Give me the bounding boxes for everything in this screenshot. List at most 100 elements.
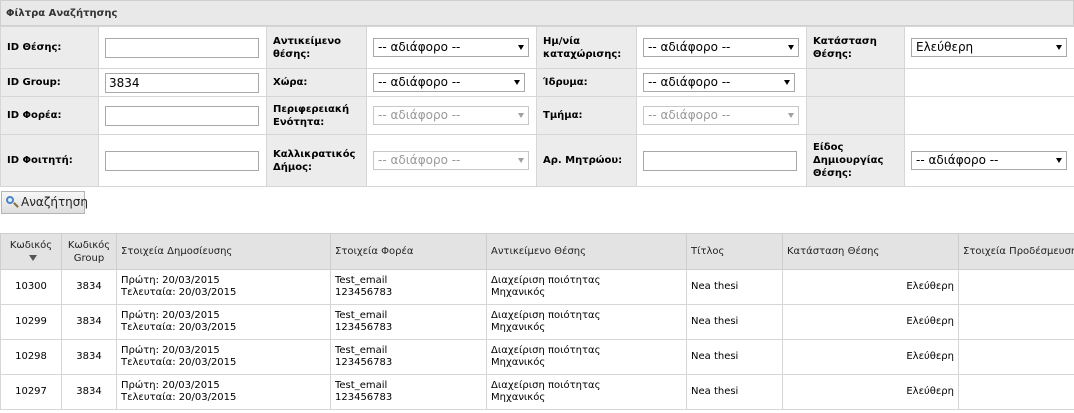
hmnia-label: Ημ/νία καταχώρισης: — [536, 26, 637, 69]
column-header-status[interactable]: Κατάσταση Θέσης — [782, 233, 959, 270]
id-foititi-label: ID Φοιτητή: — [0, 134, 99, 187]
dimos-select[interactable]: -- αδιάφορο -- — [373, 151, 529, 170]
antikeimeno-label: Αντικείμενο θέσης: — [266, 26, 367, 69]
cell-status: Ελεύθερη — [782, 304, 959, 340]
id-forea-input[interactable] — [105, 105, 259, 126]
column-header-forea[interactable]: Στοιχεία Φορέα — [330, 233, 487, 270]
cell-forea-email: Test_email — [335, 275, 388, 286]
cell-group: 3834 — [61, 269, 117, 305]
cell-title: Nea thesi — [686, 304, 783, 340]
search-button[interactable]: Αναζήτηση — [1, 191, 88, 214]
cell-forea-email: Test_email — [335, 380, 388, 391]
cell-forea-afm: 123456783 — [335, 357, 393, 368]
idryma-label: Ίδρυμα: — [536, 68, 637, 97]
column-header-publication[interactable]: Στοιχεία Δημοσίευσης — [116, 233, 331, 270]
cell-forea-email: Test_email — [335, 310, 388, 321]
filters-table: ID Θέσης: Αντικείμενο θέσης: -- αδιάφορο… — [0, 26, 1074, 187]
cell-object-line1: Διαχείριση ποιότητας — [491, 275, 601, 286]
id-group-input[interactable] — [105, 72, 259, 93]
cell-status: Ελεύθερη — [782, 269, 959, 305]
column-header-group[interactable]: Κωδικός Group — [61, 233, 117, 270]
cell-prodesmeusi — [958, 304, 1074, 340]
cell-code: 10298 — [0, 339, 62, 375]
cell-group: 3834 — [61, 374, 117, 410]
column-header-code[interactable]: Κωδικός — [0, 233, 62, 270]
cell-forea: Test_email 123456783 — [330, 304, 487, 340]
cell-publication: Πρώτη: 20/03/2015 Τελευταία: 20/03/2015 — [116, 339, 331, 375]
cell-publication: Πρώτη: 20/03/2015 Τελευταία: 20/03/2015 — [116, 374, 331, 410]
id-group-label: ID Group: — [0, 68, 99, 97]
empty-cell — [904, 68, 1074, 97]
empty-cell — [806, 96, 905, 135]
cell-object-line2: Μηχανικός — [491, 392, 546, 403]
eidos-label: Είδος Δημιουργίας Θέσης: — [806, 134, 905, 187]
idryma-select[interactable]: -- αδιάφορο -- — [643, 73, 795, 92]
eidos-select[interactable]: -- αδιάφορο -- — [911, 151, 1067, 170]
cell-object-line2: Μηχανικός — [491, 322, 546, 333]
cell-code: 10300 — [0, 269, 62, 305]
cell-publication: Πρώτη: 20/03/2015 Τελευταία: 20/03/2015 — [116, 269, 331, 305]
cell-forea-afm: 123456783 — [335, 322, 393, 333]
dimos-label: Καλλικρατικός Δήμος: — [266, 134, 367, 187]
empty-cell — [806, 68, 905, 97]
cell-forea-email: Test_email — [335, 345, 388, 356]
results-table: Κωδικός Κωδικός Group Στοιχεία Δημοσίευσ… — [0, 233, 1074, 410]
tmima-select[interactable]: -- αδιάφορο -- — [643, 106, 799, 125]
cell-object: Διαχείριση ποιότητας Μηχανικός — [486, 304, 687, 340]
perifereia-select-value: -- αδιάφορο -- — [378, 108, 461, 122]
chevron-down-icon — [788, 113, 794, 118]
empty-cell — [904, 96, 1074, 135]
hmnia-select[interactable]: -- αδιάφορο -- — [643, 38, 799, 57]
table-row[interactable]: 10300 3834 Πρώτη: 20/03/2015 Τελευταία: 2… — [0, 269, 1074, 305]
cell-object-line1: Διαχείριση ποιότητας — [491, 345, 601, 356]
cell-publication-last: Τελευταία: 20/03/2015 — [121, 287, 237, 298]
cell-status: Ελεύθερη — [782, 374, 959, 410]
xwra-label: Χώρα: — [266, 68, 367, 97]
mitroo-input[interactable] — [643, 150, 797, 171]
cell-title: Nea thesi — [686, 374, 783, 410]
perifereia-label: Περιφερειακή Ενότητα: — [266, 96, 367, 135]
cell-group: 3834 — [61, 339, 117, 375]
chevron-down-icon — [518, 113, 524, 118]
cell-group: 3834 — [61, 304, 117, 340]
cell-forea-afm: 123456783 — [335, 392, 393, 403]
table-row[interactable]: 10298 3834 Πρώτη: 20/03/2015 Τελευταία: 2… — [0, 339, 1074, 375]
dimos-select-value: -- αδιάφορο -- — [378, 153, 461, 167]
id-thesis-input[interactable] — [105, 37, 259, 58]
sort-desc-icon — [28, 254, 37, 261]
column-header-title[interactable]: Τίτλος — [686, 233, 783, 270]
cell-forea: Test_email 123456783 — [330, 269, 487, 305]
hmnia-select-value: -- αδιάφορο -- — [648, 40, 731, 54]
cell-object: Διαχείριση ποιότητας Μηχανικός — [486, 339, 687, 375]
xwra-select[interactable]: -- αδιάφορο -- — [373, 73, 525, 92]
katastasi-select-value: Ελεύθερη — [916, 40, 974, 54]
column-header-prodesmeusi[interactable]: Στοιχεία Προδέσμευσης — [958, 233, 1074, 270]
cell-forea: Test_email 123456783 — [330, 339, 487, 375]
cell-code: 10299 — [0, 304, 62, 340]
cell-title: Nea thesi — [686, 269, 783, 305]
katastasi-select[interactable]: Ελεύθερη — [911, 38, 1067, 57]
chevron-down-icon — [1056, 45, 1062, 50]
cell-prodesmeusi — [958, 374, 1074, 410]
id-forea-label: ID Φορέα: — [0, 96, 99, 135]
katastasi-label: Κατάσταση Θέσης: — [806, 26, 905, 69]
filters-title: Φίλτρα Αναζήτησης — [0, 0, 1074, 26]
cell-forea: Test_email 123456783 — [330, 374, 487, 410]
cell-publication-last: Τελευταία: 20/03/2015 — [121, 357, 237, 368]
column-header-object[interactable]: Αντικείμενο Θέσης — [486, 233, 687, 270]
antikeimeno-select-value: -- αδιάφορο -- — [378, 40, 461, 54]
antikeimeno-select[interactable]: -- αδιάφορο -- — [373, 38, 529, 57]
table-row[interactable]: 10297 3834 Πρώτη: 20/03/2015 Τελευταία: 2… — [0, 374, 1074, 410]
search-button-label: Αναζήτηση — [21, 195, 88, 209]
cell-object: Διαχείριση ποιότητας Μηχανικός — [486, 374, 687, 410]
cell-object-line1: Διαχείριση ποιότητας — [491, 380, 601, 391]
cell-object-line1: Διαχείριση ποιότητας — [491, 310, 601, 321]
chevron-down-icon — [1056, 158, 1062, 163]
chevron-down-icon — [788, 45, 794, 50]
chevron-down-icon — [518, 45, 524, 50]
perifereia-select[interactable]: -- αδιάφορο -- — [373, 106, 529, 125]
id-foititi-input[interactable] — [105, 150, 259, 171]
cell-publication-first: Πρώτη: 20/03/2015 — [121, 310, 220, 321]
table-row[interactable]: 10299 3834 Πρώτη: 20/03/2015 Τελευταία: 2… — [0, 304, 1074, 340]
id-thesis-label: ID Θέσης: — [0, 26, 99, 69]
